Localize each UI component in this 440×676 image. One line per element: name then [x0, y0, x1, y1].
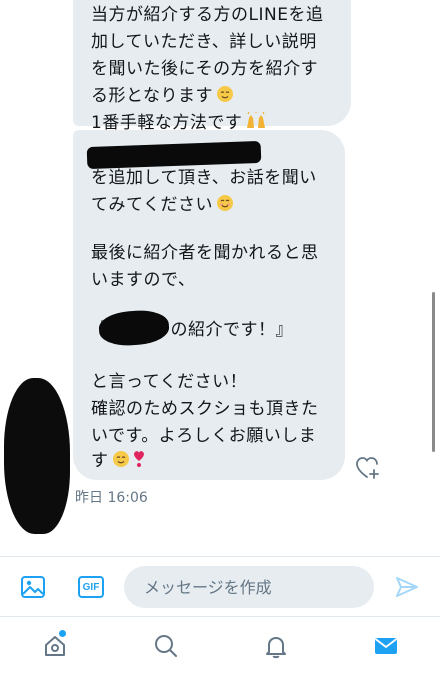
bottom-tab-bar: [0, 616, 440, 676]
message-composer: GIF: [0, 556, 440, 616]
photo-icon[interactable]: [20, 574, 46, 600]
messages-icon[interactable]: [371, 631, 401, 661]
message-text: いです。よろしくお願いしま: [91, 426, 317, 446]
send-icon[interactable]: [394, 574, 420, 600]
message-text: 最後に紹介者を聞かれると思: [91, 243, 319, 263]
redaction-mark: [86, 140, 262, 170]
message-thread[interactable]: 当方が紹介する方のLINEを追 加していただき、詳しい説明 を聞いた後にその方を…: [0, 0, 440, 556]
relieved-face-emoji: [216, 85, 234, 109]
message-bubble[interactable]: 当方が紹介する方のLINEを追 加していただき、詳しい説明 を聞いた後にその方を…: [73, 0, 351, 133]
message-text: る形となります: [91, 85, 234, 109]
message-text: いますので、: [91, 270, 196, 290]
message-text: を聞いた後にその方を紹介す: [91, 59, 319, 79]
scrollbar[interactable]: [432, 292, 435, 452]
message-text: と言ってください！: [91, 372, 248, 392]
message-text: てみてください: [91, 194, 234, 218]
message-text: を追加して頂き、お話を聞い: [91, 168, 317, 188]
message-text: 加していただき、詳しい説明: [91, 32, 317, 52]
gif-button[interactable]: GIF: [78, 576, 104, 598]
message-text: 確認のためスクショも頂きた: [91, 399, 319, 419]
notifications-icon[interactable]: [261, 631, 291, 661]
redaction-mark: [97, 308, 171, 348]
search-icon[interactable]: [151, 631, 181, 661]
message-timestamp: 昨日 16:06: [75, 490, 148, 506]
home-icon[interactable]: [40, 630, 70, 661]
notification-dot: [59, 630, 66, 637]
avatar[interactable]: [4, 378, 70, 534]
message-bubble[interactable]: を追加して頂き、お話を聞い てみてください 最後に紹介者を聞かれると思 いますの…: [73, 130, 345, 480]
heart-exclamation-emoji: [133, 450, 145, 474]
add-reaction-icon[interactable]: [354, 455, 382, 481]
message-text: す: [91, 450, 145, 474]
relieved-face-emoji: [112, 450, 130, 474]
message-text: 当方が紹介する方のLINEを追: [91, 5, 324, 25]
message-input[interactable]: [124, 566, 374, 608]
smiling-face-emoji: [216, 194, 234, 218]
